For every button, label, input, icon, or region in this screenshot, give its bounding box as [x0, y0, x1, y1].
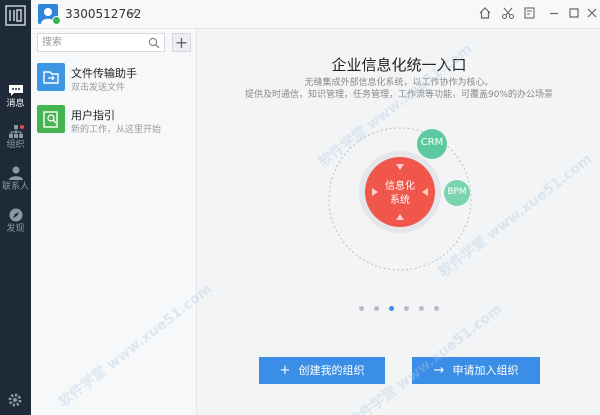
search-icon[interactable]: [148, 37, 160, 49]
nav-label: 发现: [6, 224, 25, 234]
conversation-title: 文件传输助手: [71, 67, 137, 80]
conversation-item-file-transfer[interactable]: 文件传输助手 双击发送文件: [31, 59, 197, 99]
conversation-title: 用户指引: [71, 109, 115, 122]
nav-label: 消息: [6, 99, 25, 109]
minimize-icon: [550, 12, 558, 15]
conversation-subtitle: 新的工作，从这里开始: [71, 125, 162, 135]
app-logo-icon: [5, 5, 26, 26]
page-dot[interactable]: [419, 306, 424, 311]
notes-button[interactable]: [523, 6, 537, 20]
contact-icon: [8, 166, 23, 180]
chat-icon: [8, 85, 23, 96]
minimize-button[interactable]: [547, 6, 561, 20]
discover-icon: [9, 208, 22, 222]
maximize-icon: [569, 8, 579, 18]
plus-icon: +: [279, 363, 291, 378]
close-button[interactable]: [585, 6, 599, 20]
arrow-right-icon: →: [433, 363, 445, 378]
scissors-icon: [501, 7, 515, 20]
plus-icon: +: [174, 33, 189, 52]
chevron-down-icon[interactable]: [127, 8, 137, 18]
home-icon: [479, 7, 491, 19]
conversation-panel: + 文件传输助手 双击发送文件 用户指引 新的工作，从这里开始: [31, 29, 197, 415]
page-dot[interactable]: [359, 306, 364, 311]
welcome-panel: 企业信息化统一入口 无缝集成外部信息化系统，以工作协作为核心。 提供及时通信，知…: [198, 29, 600, 415]
nav-item-discover[interactable]: 发现: [0, 208, 31, 234]
bpm-label: BPM: [447, 187, 467, 197]
page-dot[interactable]: [404, 306, 409, 311]
close-icon: [587, 8, 597, 18]
add-button[interactable]: +: [172, 33, 191, 52]
search-input[interactable]: [38, 34, 164, 51]
maximize-button[interactable]: [567, 6, 581, 20]
online-status-check-icon: [52, 16, 61, 25]
conversation-item-user-guide[interactable]: 用户指引 新的工作，从这里开始: [31, 101, 197, 141]
create-org-button[interactable]: + 创建我的组织: [259, 357, 385, 384]
left-nav: 消息 组织 联系人 发现: [0, 0, 31, 415]
screenshot-button[interactable]: [501, 6, 515, 20]
nav-label: 组织: [6, 140, 25, 150]
home-button[interactable]: [478, 6, 492, 20]
title-bar: 3300512762: [31, 0, 600, 29]
guide-icon: [37, 105, 65, 133]
settings-gear-icon[interactable]: [7, 392, 23, 408]
crm-label: CRM: [420, 137, 444, 148]
conversation-subtitle: 双击发送文件: [71, 83, 126, 93]
page-dot[interactable]: [374, 306, 379, 311]
page-dot-active[interactable]: [389, 306, 394, 311]
file-transfer-icon: [37, 63, 65, 91]
notification-badge: [20, 125, 24, 129]
nav-item-organization[interactable]: 组织: [0, 125, 31, 150]
center-label: 信息化 系统: [385, 181, 415, 206]
nav-item-messages[interactable]: 消息: [0, 84, 31, 109]
edit-note-icon: [524, 7, 535, 19]
nav-item-contacts[interactable]: 联系人: [0, 166, 31, 192]
page-dot[interactable]: [434, 306, 439, 311]
nav-label: 联系人: [1, 182, 29, 192]
search-box: [37, 33, 165, 52]
join-org-button[interactable]: → 申请加入组织: [412, 357, 540, 384]
